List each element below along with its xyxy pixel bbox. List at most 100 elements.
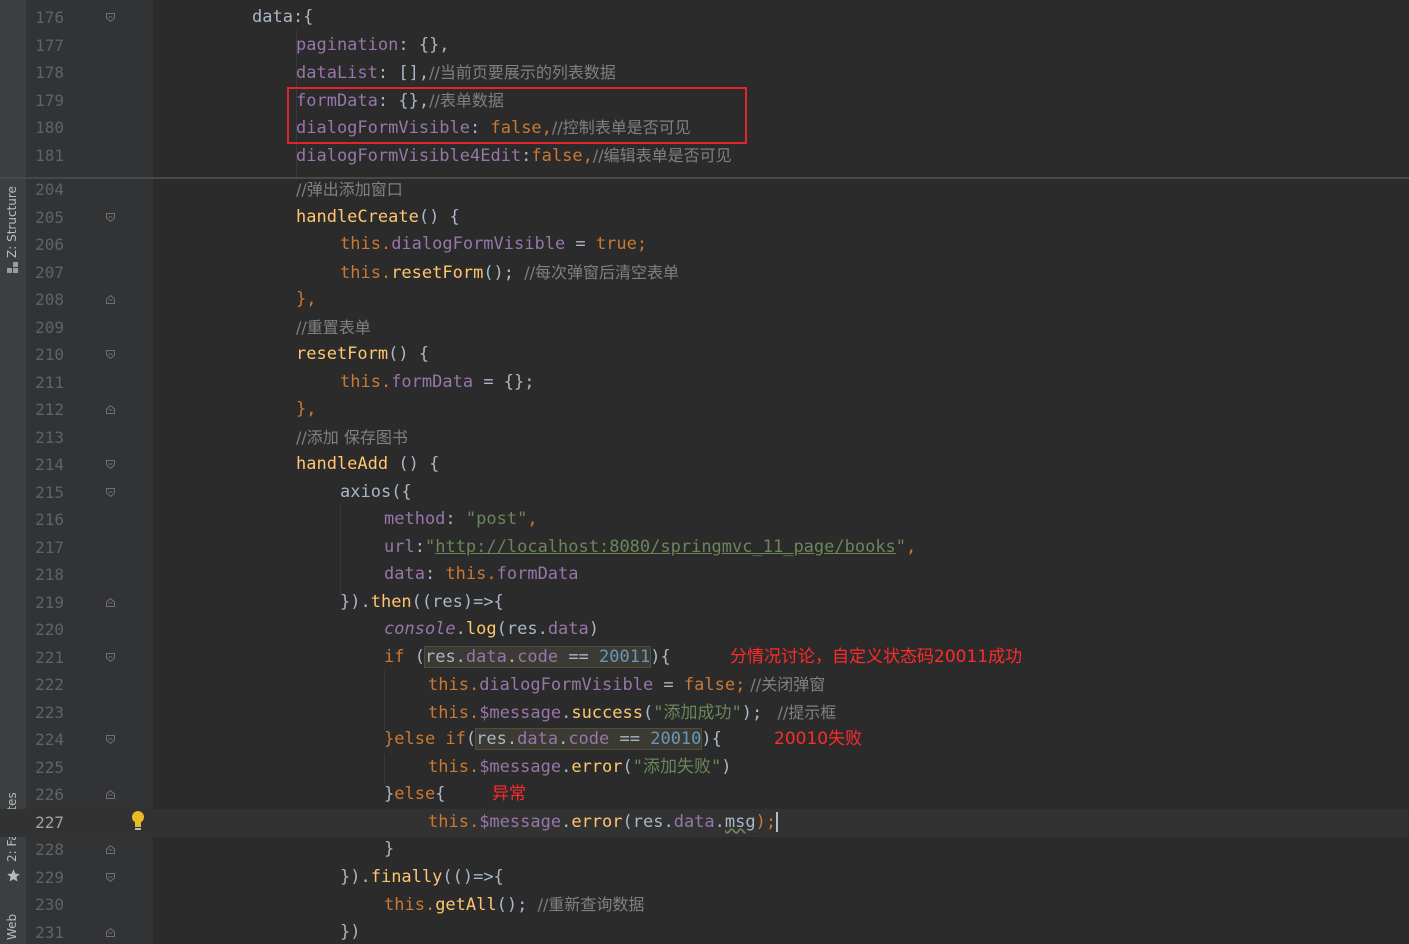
line-number: 231 <box>35 923 64 942</box>
code-text: this.dialogFormVisible = false; //关闭弹窗 <box>428 675 826 695</box>
code-text: url:"http://localhost:8080/springmvc_11_… <box>384 537 917 557</box>
line-number: 217 <box>35 538 64 557</box>
line-number: 211 <box>35 373 64 392</box>
fold-marker-icon[interactable] <box>106 295 115 304</box>
line-number: 208 <box>35 290 64 309</box>
code-line[interactable]: 211 this.formData = {}; <box>0 369 1409 397</box>
code-line[interactable]: 210 resetForm() { <box>0 341 1409 369</box>
code-text: }else if(res.data.code == 20010){ <box>384 728 722 750</box>
code-line[interactable]: 229 }).finally(()=>{ <box>0 864 1409 892</box>
fold-marker-icon[interactable] <box>106 213 115 222</box>
code-text: }, <box>296 289 317 309</box>
code-line[interactable]: 207 this.resetForm(); //每次弹窗后清空表单 <box>0 259 1409 287</box>
fold-marker-icon[interactable] <box>106 928 115 937</box>
code-text: handleCreate() { <box>296 207 460 227</box>
line-number: 224 <box>35 730 64 749</box>
code-line[interactable]: 226 }else{ 异常 <box>0 781 1409 809</box>
line-number: 218 <box>35 565 64 584</box>
code-line[interactable]: 224 }else if(res.data.code == 20010){ 20… <box>0 726 1409 754</box>
code-line[interactable]: 218 data: this.formData <box>0 561 1409 589</box>
code-line[interactable]: 223 this.$message.success("添加成功"); //提示框 <box>0 699 1409 727</box>
line-number: 206 <box>35 235 64 254</box>
code-text: this.$message.error(res.data.msg); <box>428 812 779 832</box>
fold-marker-icon[interactable] <box>106 845 115 854</box>
code-line[interactable]: 228 } <box>0 836 1409 864</box>
lightbulb-icon[interactable] <box>131 810 145 832</box>
fold-marker-icon[interactable] <box>106 488 115 497</box>
highlight-box <box>287 87 747 144</box>
code-text: method: "post", <box>384 509 538 529</box>
line-number: 180 <box>35 118 64 137</box>
line-number: 222 <box>35 675 64 694</box>
code-line[interactable]: 214 handleAdd () { <box>0 451 1409 479</box>
text-cursor <box>776 812 779 832</box>
code-line[interactable]: 231 }) <box>0 919 1409 944</box>
code-line[interactable]: 225 this.$message.error("添加失败") <box>0 754 1409 782</box>
code-text: resetForm() { <box>296 344 430 364</box>
annotation-exception: 异常 <box>492 784 526 804</box>
line-number: 215 <box>35 483 64 502</box>
line-number: 177 <box>35 36 64 55</box>
line-number: 216 <box>35 510 64 529</box>
line-number: 207 <box>35 263 64 282</box>
code-line[interactable]: 204 //弹出添加窗口 <box>0 176 1409 204</box>
line-number: 227 <box>35 813 64 832</box>
code-text: }).then((res)=>{ <box>340 592 504 612</box>
code-line[interactable]: 205 handleCreate() { <box>0 204 1409 232</box>
fold-marker-icon[interactable] <box>106 790 115 799</box>
code-text: }) <box>340 922 361 942</box>
code-line[interactable]: 221 if (res.data.code == 20011){ 分情况讨论，自… <box>0 644 1409 672</box>
code-text: //弹出添加窗口 <box>296 180 403 199</box>
code-text: }).finally(()=>{ <box>340 867 504 887</box>
fold-marker-icon[interactable] <box>106 598 115 607</box>
fold-marker-icon[interactable] <box>106 350 115 359</box>
line-number: 229 <box>35 868 64 887</box>
line-number: 220 <box>35 620 64 639</box>
line-number: 212 <box>35 400 64 419</box>
fold-marker-icon[interactable] <box>106 13 115 22</box>
fold-marker-icon[interactable] <box>106 405 115 414</box>
code-text: //重置表单 <box>296 318 371 337</box>
line-number: 223 <box>35 703 64 722</box>
code-line[interactable]: 212 }, <box>0 396 1409 424</box>
code-text: if (res.data.code == 20011){ <box>384 646 671 668</box>
fold-marker-icon[interactable] <box>106 653 115 662</box>
code-text: this.getAll(); //重新查询数据 <box>384 895 645 915</box>
code-line-current[interactable]: 227 this.$message.error(res.data.msg); <box>0 809 1409 837</box>
code-line[interactable]: 178 dataList: [],//当前页要展示的列表数据 <box>0 59 1409 87</box>
line-number: 226 <box>35 785 64 804</box>
code-text: }, <box>296 399 317 419</box>
code-text: console.log(res.data) <box>384 619 600 639</box>
code-line[interactable]: 222 this.dialogFormVisible = false; //关闭… <box>0 671 1409 699</box>
code-line[interactable]: 216 method: "post", <box>0 506 1409 534</box>
line-number: 179 <box>35 91 64 110</box>
fold-marker-icon[interactable] <box>106 873 115 882</box>
fold-marker-icon[interactable] <box>106 460 115 469</box>
line-number: 205 <box>35 208 64 227</box>
code-text: this.$message.success("添加成功"); //提示框 <box>428 703 837 723</box>
code-line[interactable]: 181 dialogFormVisible4Edit:false,//编辑表单是… <box>0 142 1409 170</box>
line-number: 204 <box>35 180 64 199</box>
line-number: 213 <box>35 428 64 447</box>
line-number: 178 <box>35 63 64 82</box>
code-line[interactable]: 176 data:{ <box>0 4 1409 32</box>
fold-marker-icon[interactable] <box>106 735 115 744</box>
code-line[interactable]: 206 this.dialogFormVisible = true; <box>0 231 1409 259</box>
line-number: 221 <box>35 648 64 667</box>
code-text: } <box>384 839 395 859</box>
code-line[interactable]: 217 url:"http://localhost:8080/springmvc… <box>0 534 1409 562</box>
line-number: 209 <box>35 318 64 337</box>
code-line[interactable]: 208 }, <box>0 286 1409 314</box>
code-line[interactable]: 230 this.getAll(); //重新查询数据 <box>0 891 1409 919</box>
code-line[interactable]: 213 //添加 保存图书 <box>0 424 1409 452</box>
line-number: 219 <box>35 593 64 612</box>
code-line[interactable]: 219 }).then((res)=>{ <box>0 589 1409 617</box>
code-line[interactable]: 220 console.log(res.data) <box>0 616 1409 644</box>
code-editor[interactable]: 176 data:{ 177 pagination: {}, 178 dataL… <box>0 0 1409 944</box>
code-line[interactable]: 177 pagination: {}, <box>0 32 1409 60</box>
annotation-success: 分情况讨论，自定义状态码20011成功 <box>730 647 1023 667</box>
code-line[interactable]: 209 //重置表单 <box>0 314 1409 342</box>
code-line[interactable]: 215 axios({ <box>0 479 1409 507</box>
code-text: dialogFormVisible4Edit:false,//编辑表单是否可见 <box>296 146 732 166</box>
url-link[interactable]: http://localhost:8080/springmvc_11_page/… <box>435 537 896 557</box>
